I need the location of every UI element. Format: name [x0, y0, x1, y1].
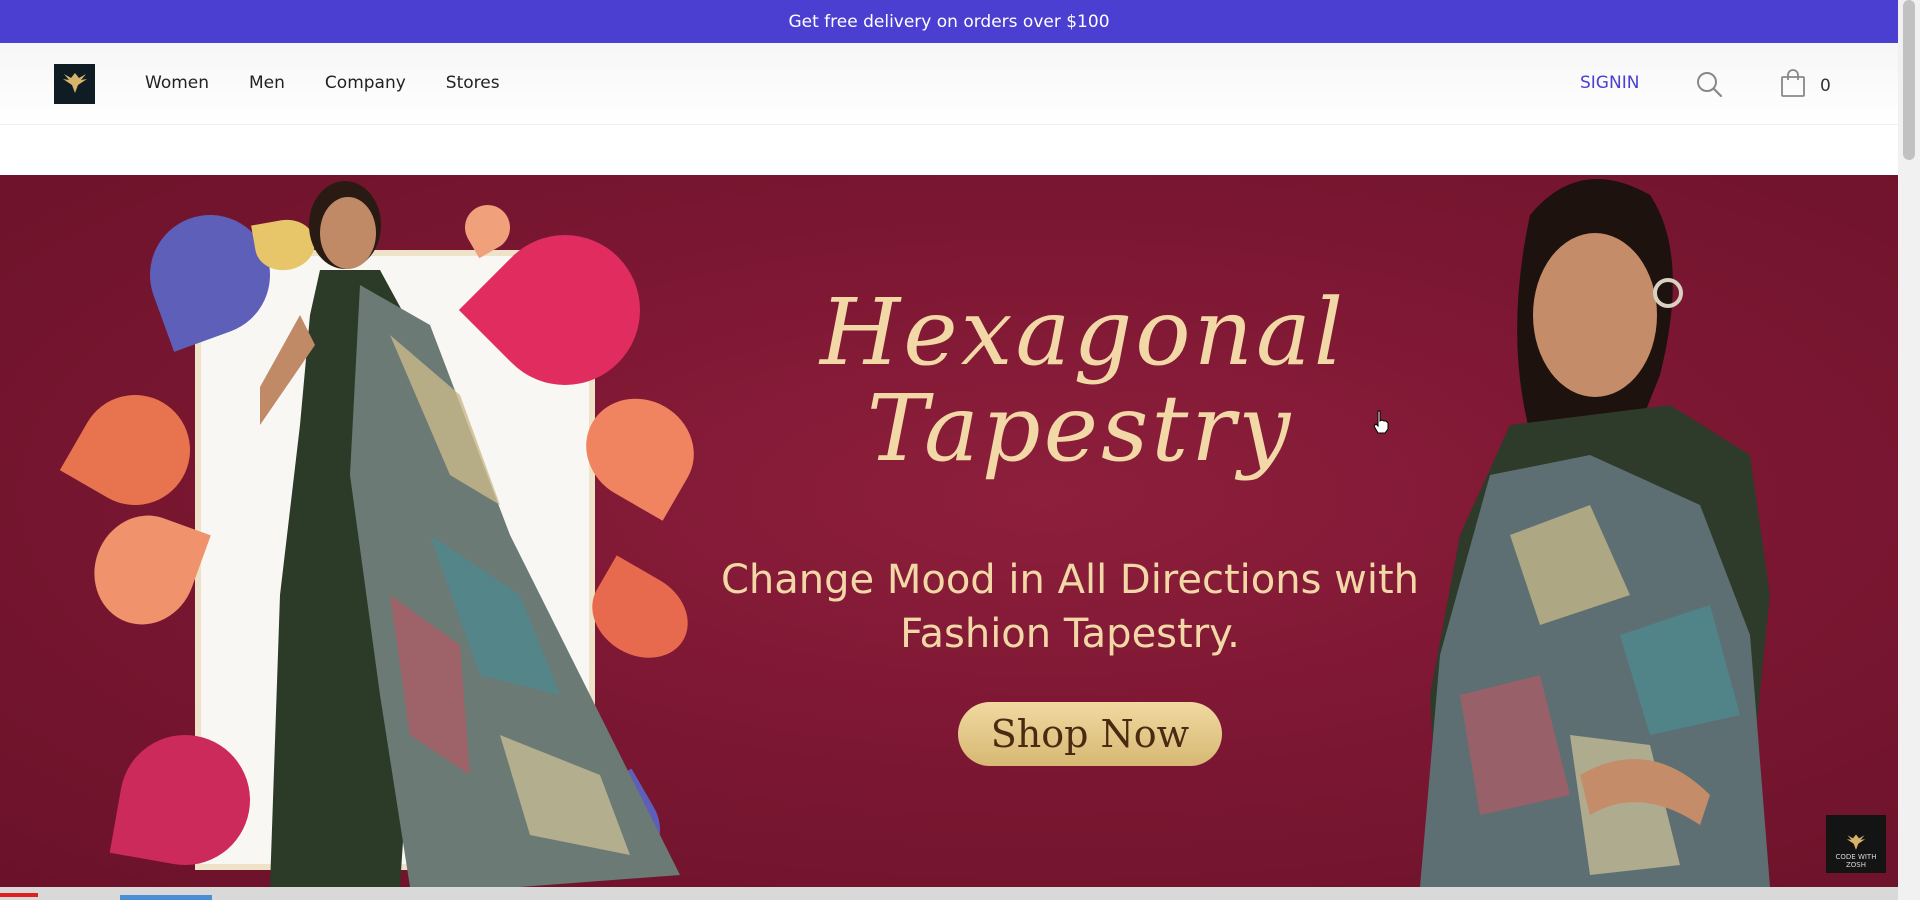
promo-banner: Get free delivery on orders over $100	[0, 0, 1898, 43]
promo-text: Get free delivery on orders over $100	[788, 11, 1110, 32]
hero-title: Hexagonal Tapestry	[820, 279, 1347, 482]
model-image-left	[260, 181, 680, 887]
eagle-logo-icon[interactable]	[54, 64, 95, 104]
scrollbar-thumb[interactable]	[1903, 0, 1915, 160]
watermark-line1: CODE WITH	[1835, 853, 1877, 861]
search-icon[interactable]	[1695, 70, 1723, 98]
nav-link-stores[interactable]: Stores	[446, 73, 500, 93]
hero-title-line1: Hexagonal	[820, 279, 1347, 386]
site-header: Women Men Company Stores SIGNIN 0	[0, 43, 1898, 125]
watermark-logo: CODE WITH ZOSH	[1826, 815, 1886, 873]
video-progress-fill	[0, 893, 38, 897]
hero-subtitle: Change Mood in All Directions with Fashi…	[700, 553, 1440, 661]
shopping-bag-icon	[1780, 68, 1806, 103]
hero-subtitle-line2: Fashion Tapestry.	[900, 611, 1240, 657]
video-progress-bar[interactable]	[0, 887, 1898, 900]
cart-button[interactable]: 0	[1780, 68, 1831, 103]
watermark-line2: ZOSH	[1845, 861, 1866, 869]
hero-title-line2: Tapestry	[866, 375, 1294, 482]
hero-banner: Hexagonal Tapestry Change Mood in All Di…	[0, 175, 1898, 887]
hand-cursor-icon	[1373, 410, 1389, 434]
main-nav: Women Men Company Stores	[145, 73, 500, 93]
hero-subtitle-line1: Change Mood in All Directions with	[720, 557, 1420, 603]
shop-now-button[interactable]: Shop Now	[958, 702, 1222, 766]
nav-link-women[interactable]: Women	[145, 73, 209, 93]
model-image-right	[1420, 179, 1770, 887]
cart-count: 0	[1820, 75, 1831, 96]
signin-link[interactable]: SIGNIN	[1580, 73, 1639, 93]
eagle-logo-icon	[1846, 834, 1866, 850]
video-buffer-indicator	[120, 895, 212, 900]
nav-link-men[interactable]: Men	[249, 73, 285, 93]
nav-link-company[interactable]: Company	[325, 73, 406, 93]
